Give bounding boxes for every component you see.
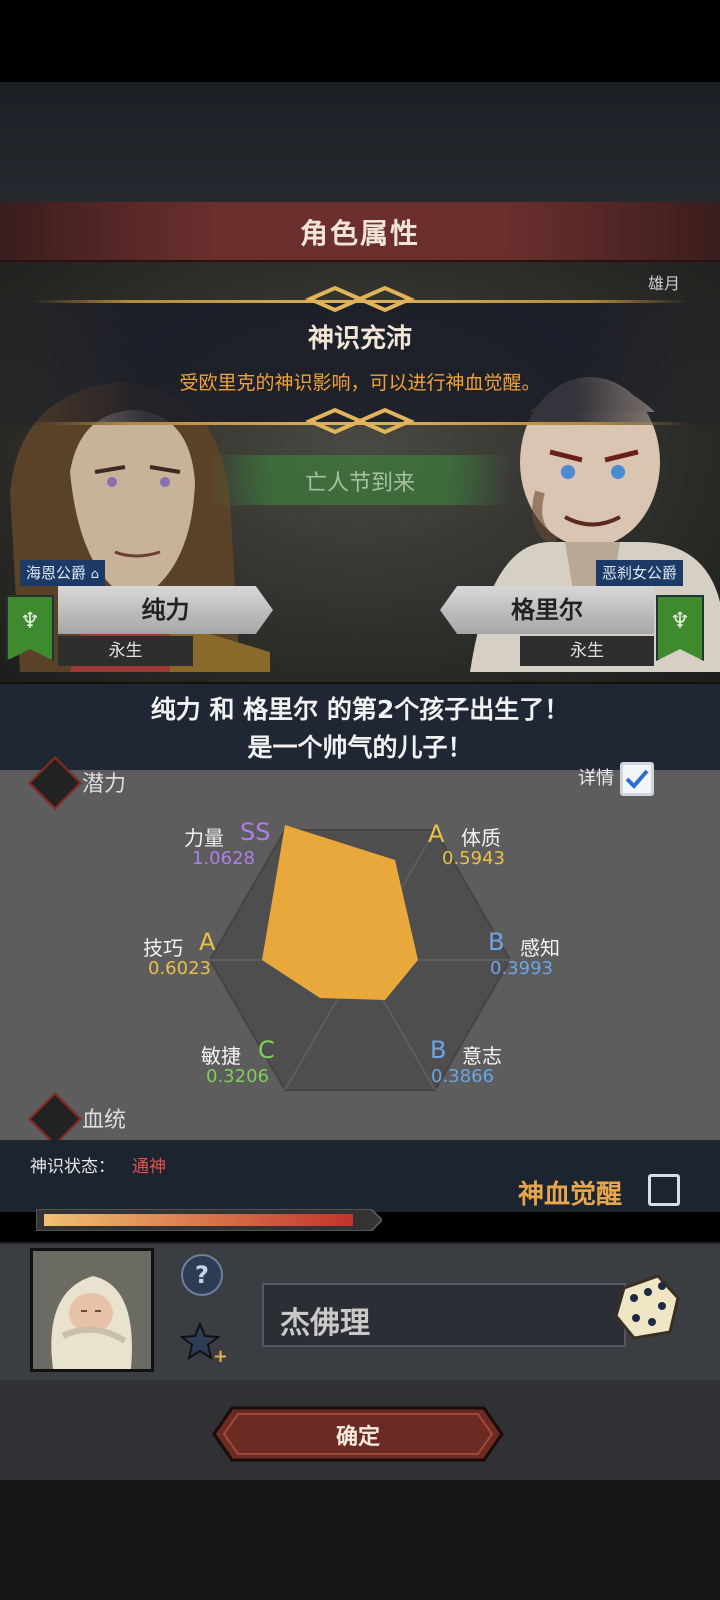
stat-grade-agility: C — [258, 1036, 275, 1064]
child-name-input[interactable]: 杰佛理 — [262, 1283, 626, 1347]
stat-name-will: 意志 — [462, 1044, 502, 1068]
bloodline-header: 血统 — [28, 1092, 690, 1146]
stat-grade-strength: SS — [240, 818, 271, 846]
father-name-plate: 纯力 — [58, 586, 273, 634]
bloodline-label: 血统 — [82, 1108, 127, 1133]
festival-label: 亡人节到来 — [304, 471, 415, 496]
svg-text:+: + — [213, 1346, 226, 1366]
child-name-value: 杰佛理 — [280, 1306, 370, 1341]
stat-value-agility: 0.3206 — [206, 1066, 269, 1087]
confirm-button[interactable]: 确定 — [212, 1406, 504, 1462]
divine-state-value: 通神 — [132, 1157, 166, 1177]
divine-sense-banner: 神识充沛 受欧里克的神识影响，可以进行神血觉醒。 — [0, 285, 720, 435]
stat-value-constitution: 0.5943 — [442, 848, 505, 869]
stat-value-strength: 1.0628 — [192, 848, 255, 869]
banner-title: 神识充沛 — [307, 324, 412, 354]
blood-awakening-label: 神血觉醒 — [518, 1180, 623, 1210]
beetle-icon: ♆ — [670, 609, 690, 634]
stat-name-constitution: 体质 — [461, 826, 501, 850]
divine-state-label: 神识状态： — [30, 1157, 115, 1177]
father-title-tag: 海恩公爵 ⌂ — [20, 560, 106, 586]
stat-grade-will: B — [430, 1036, 447, 1064]
mother-name: 格里尔 — [511, 596, 583, 624]
stat-name-perception: 感知 — [520, 936, 560, 960]
help-button[interactable]: ? — [181, 1254, 223, 1296]
mother-status: 永生 — [570, 641, 604, 661]
random-name-dice-button[interactable] — [612, 1272, 682, 1342]
birth-announcement: 纯力 和 格里尔 的第2个孩子出生了！ 是一个帅气的儿子！ — [0, 682, 720, 772]
mother-status-plate: 永生 — [520, 636, 654, 666]
home-icon: ⌂ — [90, 567, 100, 582]
check-icon — [625, 769, 649, 789]
stat-value-perception: 0.3993 — [490, 958, 553, 979]
potential-header: 潜力 详情 — [28, 756, 690, 810]
announcement-line-2: 是一个帅气的儿子！ — [247, 733, 473, 762]
stat-name-strength: 力量 — [184, 826, 224, 850]
mother-title-tag: 恶刹女公爵 — [596, 560, 684, 586]
baby-icon — [33, 1251, 151, 1369]
divine-state-progress-bar — [36, 1209, 382, 1231]
ornament-knot-icon — [305, 284, 415, 314]
page-title: 角色属性 — [299, 217, 420, 250]
stat-grade-constitution: A — [428, 820, 445, 848]
potential-label: 潜力 — [82, 772, 127, 797]
father-name: 纯力 — [141, 596, 190, 624]
father-status: 永生 — [108, 641, 143, 661]
bottom-backdrop — [0, 1480, 720, 1600]
festival-ribbon: 亡人节到来 — [210, 455, 510, 505]
confirm-label: 确定 — [335, 1425, 380, 1450]
banner-description: 受欧里克的神识影响，可以进行神血觉醒。 — [179, 372, 541, 394]
footprint-icon — [28, 756, 82, 810]
detail-label: 详情 — [578, 768, 614, 789]
stat-grade-perception: B — [488, 928, 505, 956]
header-bar: 角色属性 — [0, 202, 720, 262]
ornament-knot-icon — [305, 406, 415, 436]
stat-grade-skill: A — [199, 928, 216, 956]
father-title: 海恩公爵 — [26, 564, 87, 582]
scene-corner-label: 雄月 — [648, 274, 681, 293]
child-avatar — [30, 1248, 154, 1372]
stat-value-skill: 0.6023 — [148, 958, 211, 979]
blood-awakening-checkbox[interactable] — [648, 1174, 680, 1206]
father-status-plate: 永生 — [58, 636, 193, 666]
detail-checkbox[interactable] — [620, 762, 654, 796]
blood-drop-icon — [28, 1092, 82, 1146]
stat-value-will: 0.3866 — [431, 1066, 494, 1087]
stat-name-agility: 敏捷 — [201, 1044, 241, 1068]
stat-name-skill: 技巧 — [143, 936, 183, 960]
mother-title: 恶刹女公爵 — [602, 564, 678, 582]
add-favorite-button[interactable]: + — [180, 1320, 226, 1366]
top-backdrop — [0, 82, 720, 202]
beetle-icon: ♆ — [20, 609, 40, 634]
potential-panel: 潜力 详情 力量 SS 1.0628 A 体质 0.5943 技巧 A 0.60… — [0, 756, 720, 1146]
mother-name-plate: 格里尔 — [440, 586, 654, 634]
announcement-line-1: 纯力 和 格里尔 的第2个孩子出生了！ — [150, 695, 570, 724]
